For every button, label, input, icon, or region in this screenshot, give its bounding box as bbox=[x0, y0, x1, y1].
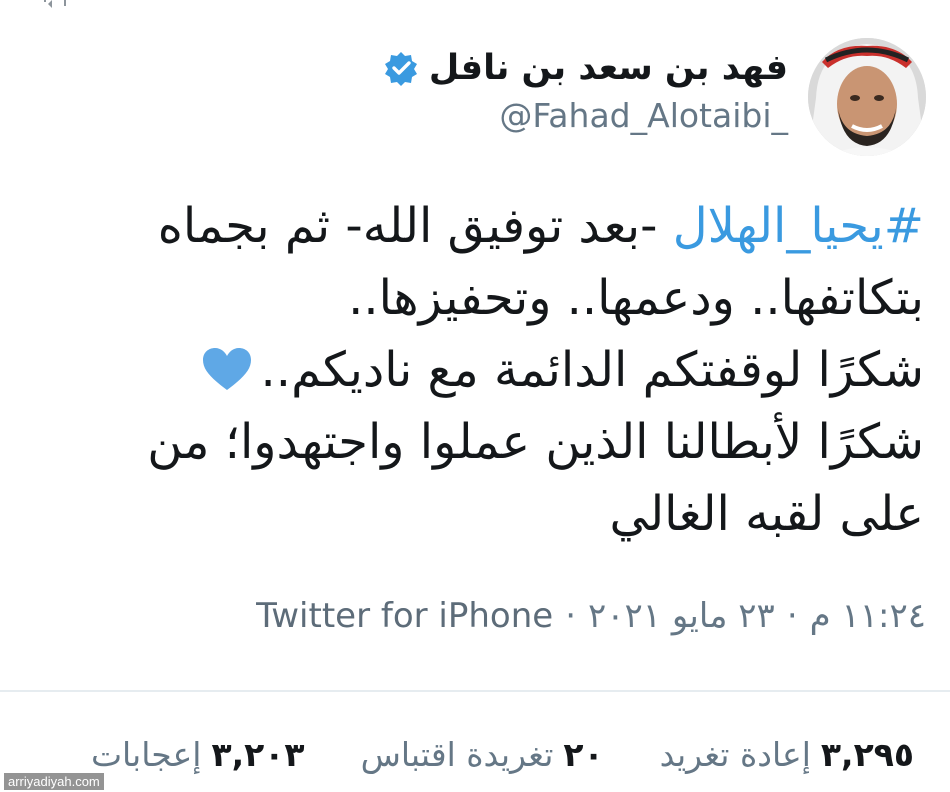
tweet-source[interactable]: Twitter for iPhone bbox=[256, 596, 553, 636]
tweet-date[interactable]: ٢٣ مايو ٢٠٢١ bbox=[588, 596, 775, 636]
likes-label: إعجابات bbox=[90, 735, 202, 774]
quote-tweets-count: ٢٠ bbox=[563, 735, 604, 774]
author-name-row[interactable]: فهد بن سعد بن نافل bbox=[383, 44, 788, 92]
retweets-count: ٣,٢٩٥ bbox=[820, 735, 914, 774]
tweet-line-3-text: شكرًا لوقفتكم الدائمة مع ناديكم.. bbox=[260, 342, 924, 398]
quote-tweets-stat[interactable]: ٢٠ تغريدة اقتباس bbox=[361, 735, 604, 774]
tweet-text: #يحيا_الهلال -بعد توفيق الله- ثم بجماه ب… bbox=[0, 190, 924, 550]
likes-stat[interactable]: ٣,٢٠٣ إعجابات bbox=[91, 735, 305, 774]
tweet-time[interactable]: ١١:٢٤ م bbox=[810, 596, 926, 636]
divider bbox=[0, 690, 950, 692]
retweets-stat[interactable]: ٣,٢٩٥ إعادة تغريد bbox=[660, 735, 914, 774]
tweet-line-3: شكرًا لوقفتكم الدائمة مع ناديكم.. bbox=[0, 334, 924, 406]
author-handle[interactable]: @Fahad_Alotaibi_ bbox=[499, 96, 788, 135]
meta-separator: · bbox=[786, 596, 798, 636]
quote-tweets-label: تغريدة اقتباس bbox=[360, 735, 554, 774]
tweet-line-5: على لقبه الغالي bbox=[609, 486, 924, 542]
retweets-label: إعادة تغريد bbox=[659, 735, 811, 774]
meta-separator: · bbox=[565, 596, 577, 636]
display-name[interactable]: فهد بن سعد بن نافل bbox=[429, 48, 788, 88]
tweet-line-4: شكرًا لأبطالنا الذين عملوا واجتهدوا؛ من bbox=[147, 414, 924, 470]
blue-heart-icon bbox=[201, 340, 253, 390]
tweet-meta: ١١:٢٤ م · ٢٣ مايو ٢٠٢١ · Twitter for iPh… bbox=[256, 596, 926, 636]
likes-count: ٣,٢٠٣ bbox=[211, 735, 305, 774]
tweet-line-1: #يحيا_الهلال -بعد توفيق الله- ثم بجماه bbox=[0, 190, 924, 262]
verified-badge-icon bbox=[383, 50, 419, 86]
tweet-header: فهد بن سعد بن نافل @Fahad_Alotaibi_ bbox=[24, 30, 926, 160]
tweet-line-1-text: -بعد توفيق الله- ثم بجماه bbox=[157, 198, 673, 254]
site-watermark: arriyadiyah.com bbox=[4, 773, 104, 790]
retweet-icon bbox=[42, 0, 68, 10]
tweet-line-2: بتكاتفها.. ودعمها.. وتحفيزها.. bbox=[348, 270, 924, 326]
hashtag-link[interactable]: #يحيا_الهلال bbox=[673, 198, 924, 254]
avatar[interactable] bbox=[808, 38, 926, 156]
tweet-stats: ٣,٢٩٥ إعادة تغريد ٢٠ تغريدة اقتباس ٣,٢٠٣… bbox=[91, 735, 914, 774]
